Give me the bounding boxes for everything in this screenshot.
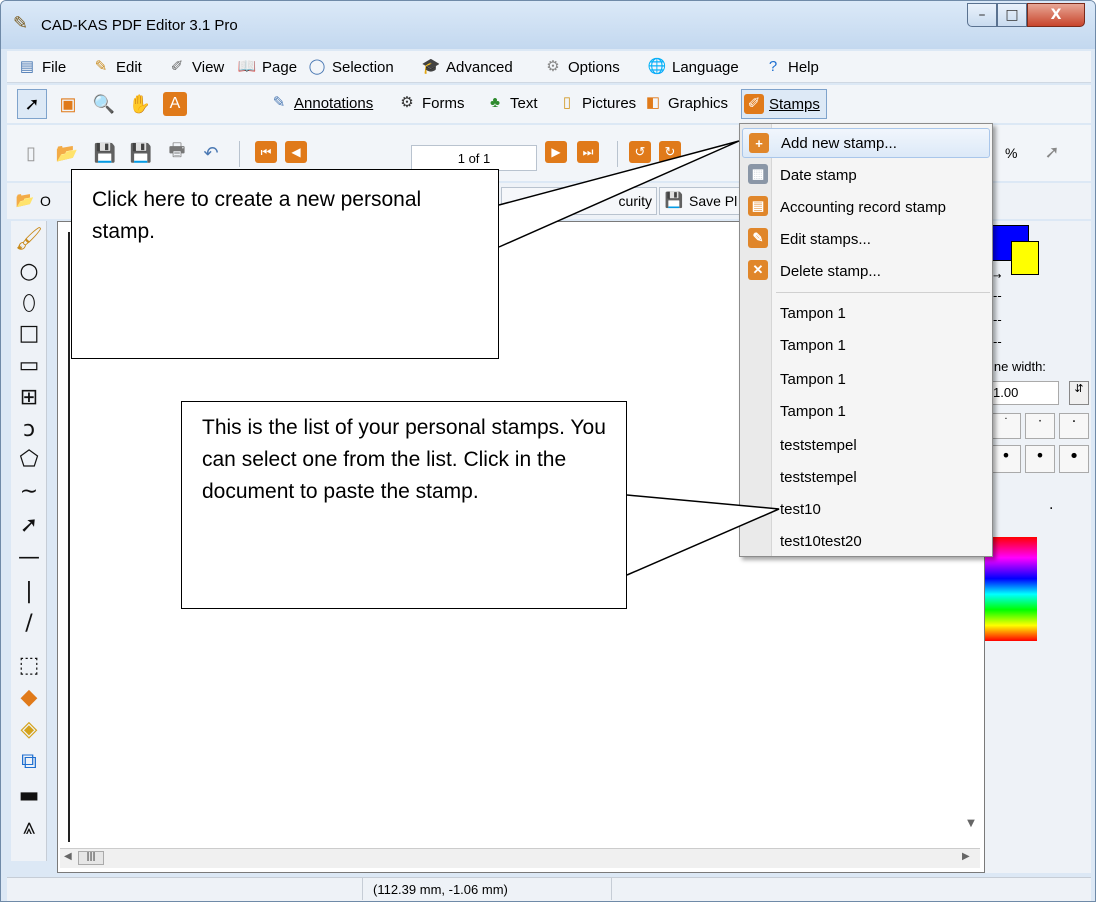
callout-top-pointer xyxy=(498,140,740,248)
app-window: ✎ CAD-KAS PDF Editor 3.1 Pro – □ X ▤ Fil… xyxy=(0,0,1096,902)
callout-text: This is the list of your personal stamps… xyxy=(202,416,606,503)
callout-add-stamp: Click here to create a new personal stam… xyxy=(71,169,499,359)
callout-stamp-list: This is the list of your personal stamps… xyxy=(181,401,627,609)
callout-text: Click here to create a new personal stam… xyxy=(92,188,422,243)
callout-bottom-pointer xyxy=(626,494,780,576)
